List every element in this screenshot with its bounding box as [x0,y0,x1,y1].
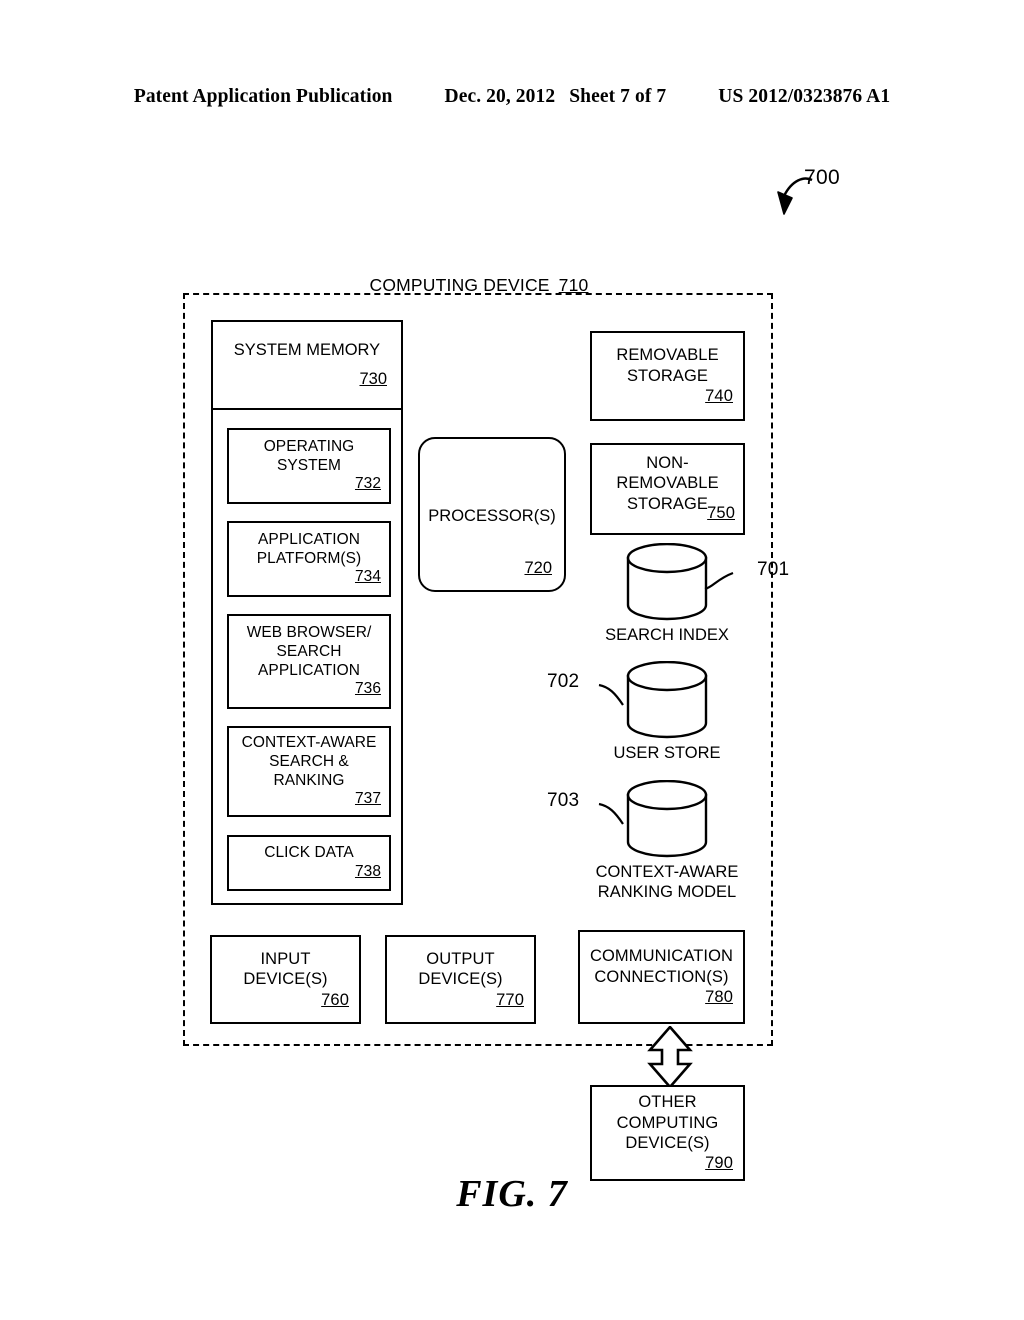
block-context-aware-search-line-0: CONTEXT-AWARE [241,733,377,751]
datastore-search-index: 701 SEARCH INDEX [572,543,789,646]
datastore-context-aware-ranking-model: 703 CONTEXT-AWARE RANKING MODEL [547,780,762,903]
block-other-computing-devices-line-2: DEVICE(S) [625,1134,710,1152]
block-application-platform-line-1: PLATFORM(S) [256,549,362,567]
header-date: Dec. 20, 2012 [444,86,556,107]
header-sheet: Sheet 7 of 7 [569,86,667,107]
block-input-devices-number: 760 [321,990,349,1009]
user-store-leader-line-icon [598,683,624,706]
block-non-removable-storage-line-2: STORAGE [626,494,709,513]
block-web-browser-line-2: APPLICATION [258,661,360,679]
block-non-removable-storage-line-0: NON- [646,454,689,472]
block-context-aware-search-number: 737 [354,790,381,808]
block-output-devices: OUTPUT DEVICE(S) 770 [385,935,536,1024]
block-other-computing-devices-line-0: OTHER [638,1093,697,1112]
system-memory-container: SYSTEM MEMORY 730 OPERATING SYSTEM 732 A… [211,320,403,905]
block-communication-connections: COMMUNICATION CONNECTION(S) 780 [578,930,745,1024]
figure-reference-700: 700 [760,166,890,224]
block-non-removable-storage: NON- REMOVABLE STORAGE 750 [590,443,745,535]
system-memory-header: SYSTEM MEMORY 730 [213,322,401,410]
block-input-devices-line-1: DEVICE(S) [243,970,328,989]
system-memory-number: 730 [359,369,387,388]
user-store-label-line-0: USER STORE [613,744,721,762]
block-web-browser-line-0: WEB BROWSER/ [246,623,372,641]
ranking-model-label: CONTEXT-AWARE RANKING MODEL [572,863,762,903]
block-click-data-number: 738 [354,863,381,880]
block-input-devices: INPUT DEVICE(S) 760 [210,935,361,1024]
block-communication-connections-line-0: COMMUNICATION [589,947,734,966]
block-removable-storage-number: 740 [705,387,733,406]
block-removable-storage-line-0: REMOVABLE [616,346,719,365]
block-operating-system-line-0: OPERATING [263,437,355,455]
search-index-label: SEARCH INDEX [572,626,762,646]
bidirectional-connection-arrow-icon [647,1025,693,1089]
block-processor-number: 720 [524,559,552,577]
user-store-reference-number: 702 [547,671,580,692]
block-operating-system-number: 732 [354,475,381,493]
block-web-browser-line-1: SEARCH [276,642,342,660]
block-output-devices-line-1: DEVICE(S) [418,970,503,989]
block-removable-storage: REMOVABLE STORAGE 740 [590,331,745,421]
computing-device-title-number: 710 [558,275,589,295]
user-store-cylinder-icon: 702 [547,661,711,741]
block-application-platform-line-0: APPLICATION [258,530,360,548]
header-publication: Patent Application Publication [133,86,393,107]
ranking-model-label-line-1: RANKING MODEL [597,882,737,901]
block-application-platform-number: 734 [354,568,381,586]
block-input-devices-line-0: INPUT [260,949,311,968]
search-index-reference-number: 701 [757,559,790,580]
block-context-aware-search-line-1: SEARCH & [269,752,349,770]
block-output-devices-line-0: OUTPUT [426,949,495,968]
system-memory-label: SYSTEM MEMORY [233,341,381,360]
block-communication-connections-line-1: CONNECTION(S) [594,967,729,986]
user-store-label: USER STORE [572,744,762,764]
block-click-data: CLICK DATA 738 [227,835,391,891]
ranking-model-label-line-0: CONTEXT-AWARE [595,863,739,881]
ranking-model-reference-number: 703 [547,790,580,811]
block-output-devices-number: 770 [496,990,524,1009]
page-header: Patent Application Publication Dec. 20, … [0,86,1024,108]
block-web-browser-number: 736 [354,680,381,698]
block-processor: PROCESSOR(S) 720 [418,437,566,592]
datastore-user-store: 702 USER STORE [547,661,762,764]
block-application-platform: APPLICATION PLATFORM(S) 734 [227,521,391,597]
block-communication-connections-number: 780 [705,988,733,1007]
block-non-removable-storage-line-1: REMOVABLE [616,474,719,493]
block-operating-system: OPERATING SYSTEM 732 [227,428,391,504]
ranking-model-cylinder-icon: 703 [547,780,711,860]
search-index-leader-line-icon [704,571,734,591]
search-index-cylinder-icon: 701 [623,543,789,623]
block-context-aware-search-line-2: RANKING [273,771,345,789]
block-click-data-line-0: CLICK DATA [264,844,354,862]
ranking-model-leader-line-icon [598,802,624,825]
block-web-browser-search-application: WEB BROWSER/ SEARCH APPLICATION 736 [227,614,391,709]
block-context-aware-search-ranking: CONTEXT-AWARE SEARCH & RANKING 737 [227,726,391,817]
block-other-computing-devices: OTHER COMPUTING DEVICE(S) 790 [590,1085,745,1181]
computing-device-title-text: COMPUTING DEVICE [369,275,550,295]
block-non-removable-storage-number: 750 [707,503,735,522]
block-processor-label: PROCESSOR(S) [428,507,556,525]
header-patent-number: US 2012/0323876 A1 [718,86,891,107]
figure-reference-label: 700 [804,166,840,189]
block-removable-storage-line-1: STORAGE [626,366,709,385]
block-other-computing-devices-number: 790 [705,1154,733,1173]
figure-caption: FIG. 7 [456,1173,568,1215]
block-operating-system-line-1: SYSTEM [276,456,342,474]
search-index-label-line-0: SEARCH INDEX [605,626,729,644]
block-other-computing-devices-line-1: COMPUTING [616,1113,719,1132]
